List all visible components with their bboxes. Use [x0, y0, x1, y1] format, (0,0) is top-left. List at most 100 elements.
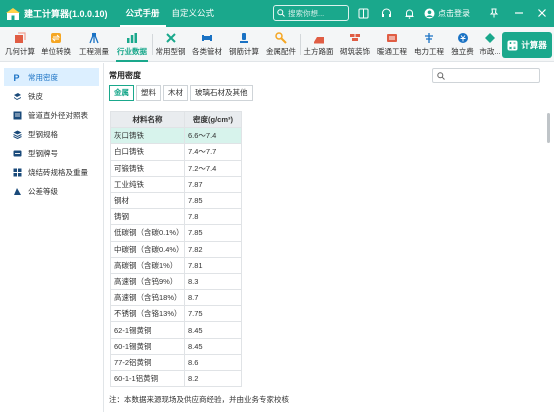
material-cell: 77-2铝黄铜 — [110, 353, 185, 372]
sidebar: P 常用密度 铁皮 管道直外径对照表 型钢规格 型钢牌号 烧结砖规格及重量 公差… — [0, 63, 104, 412]
toolbar-label: 砌筑装饰 — [340, 47, 370, 56]
table-row[interactable]: 灰口铸铁 6.6～7.4 — [110, 127, 242, 145]
pin-icon[interactable] — [488, 7, 500, 19]
toolbar-item-geometry[interactable]: 几何计算 — [3, 27, 37, 62]
vertical-scrollbar[interactable] — [547, 113, 550, 143]
table-row[interactable]: 高速钢（含钨18%） 8.7 — [110, 289, 242, 307]
material-cell: 高碳钢（含碳1%） — [110, 256, 185, 274]
table-row[interactable]: 77-2铝黄铜 8.6 — [110, 353, 242, 372]
tab-custom-formula[interactable]: 自定义公式 — [166, 0, 221, 27]
sidebar-item-label: 铁皮 — [28, 91, 43, 101]
density-cell: 8.3 — [184, 272, 242, 291]
toolbar-item-power[interactable]: 电力工程 — [412, 27, 446, 62]
material-cell: 灰口铸铁 — [110, 127, 185, 145]
tab-metal[interactable]: 金属 — [109, 85, 134, 101]
geometry-icon — [15, 32, 26, 43]
density-cell: 7.81 — [184, 256, 242, 274]
table-row[interactable]: 60-1锡黄铜 8.45 — [110, 337, 242, 355]
tab-wood[interactable]: 木材 — [163, 85, 188, 101]
toolbar-item-municipal[interactable]: 市政... — [478, 27, 502, 62]
main-panel: 常用密度 金属 塑料 木材 玻璃石材及其他 材料名称 密度(g/cm³) 灰口铸… — [105, 63, 554, 412]
density-cell: 8.45 — [184, 337, 242, 355]
global-search[interactable] — [273, 5, 349, 21]
tolerance-icon — [14, 187, 21, 195]
close-icon[interactable] — [536, 7, 548, 19]
column-header-density: 密度(g/cm³) — [184, 110, 242, 129]
headset-icon[interactable] — [380, 7, 392, 19]
table-row[interactable]: 铸钢 7.8 — [110, 208, 242, 226]
pipe-table-icon — [13, 111, 22, 119]
material-cell: 高速钢（含钨9%） — [110, 272, 185, 291]
material-cell: 工业纯铁 — [110, 175, 185, 193]
density-cell: 7.2～7.4 — [184, 159, 242, 177]
toolbar-label: 市政... — [479, 47, 501, 56]
toolbar-label: 电力工程 — [414, 47, 444, 56]
tab-glass-stone[interactable]: 玻璃石材及其他 — [190, 85, 253, 101]
table-row[interactable]: 60-1-1铝黄铜 8.2 — [110, 369, 242, 388]
toolbar-item-industry-data[interactable]: 行业数据 — [114, 27, 150, 62]
material-cell: 铸钢 — [110, 208, 185, 226]
brick-icon — [13, 168, 22, 176]
toolbar-item-metal-fitting[interactable]: 金属配件 — [264, 27, 298, 62]
material-cell: 60-1锡黄铜 — [110, 337, 185, 355]
table-search[interactable] — [432, 68, 540, 83]
login-button[interactable]: 点击登录 — [424, 0, 470, 27]
bell-icon[interactable] — [403, 7, 415, 19]
sidebar-item-label: 烧结砖规格及重量 — [28, 167, 88, 177]
data-source-note: 注：本数据来源现场及供应商经验，并由业务专家校核 — [109, 395, 289, 404]
density-cell: 7.85 — [184, 191, 242, 210]
login-label: 点击登录 — [438, 9, 470, 18]
book-icon[interactable] — [357, 7, 369, 19]
sheet-metal-icon — [14, 92, 21, 100]
toolbar-item-fee[interactable]: 独立费 — [449, 27, 476, 62]
search-icon — [437, 71, 445, 80]
toolbar-item-steel-section[interactable]: 常用型钢 — [153, 27, 188, 62]
unit-convert-icon — [51, 33, 61, 43]
calculator-button[interactable]: 计算器 — [502, 32, 552, 58]
search-icon — [277, 9, 285, 17]
layers-icon — [13, 130, 22, 139]
svg-text:P: P — [14, 73, 20, 82]
pipe-icon — [202, 35, 212, 41]
table-row[interactable]: 可锻铸铁 7.2～7.4 — [110, 159, 242, 177]
toolbar-label: 独立费 — [451, 47, 474, 56]
tab-formula-manual[interactable]: 公式手册 — [119, 0, 166, 27]
sidebar-item-sheet-metal[interactable]: 铁皮 — [4, 87, 99, 105]
calculator-label: 计算器 — [521, 40, 547, 50]
material-cell: 中碳钢（含碳0.4%） — [110, 240, 185, 258]
table-row[interactable]: 钢材 7.85 — [110, 191, 242, 210]
density-cell: 8.2 — [184, 369, 242, 388]
table-row[interactable]: 高碳钢（含碳1%） 7.81 — [110, 256, 242, 274]
toolbar-item-rebar[interactable]: 钢筋计算 — [227, 27, 261, 62]
table-row[interactable]: 低碳钢（含碳0.1%） 7.85 — [110, 224, 242, 242]
toolbar-item-survey[interactable]: 工程测量 — [77, 27, 111, 62]
sidebar-item-label: 公差等级 — [28, 186, 58, 196]
table-row[interactable]: 不锈钢（含铬13%） 7.75 — [110, 305, 242, 323]
toolbar-item-earthwork[interactable]: 土方路面 — [301, 27, 336, 62]
sidebar-item-tolerance[interactable]: 公差等级 — [4, 182, 99, 200]
grade-icon — [13, 150, 22, 156]
toolbar-item-masonry[interactable]: 砌筑装饰 — [338, 27, 372, 62]
sidebar-item-label: 常用密度 — [28, 72, 58, 82]
density-table: 材料名称 密度(g/cm³) 灰口铸铁 6.6～7.4 白口铸铁 7.4～7.7 可… — [110, 110, 242, 388]
sidebar-item-pipe-table[interactable]: 管道直外径对照表 — [4, 106, 99, 124]
table-row[interactable]: 高速钢（含钨9%） 8.3 — [110, 272, 242, 291]
toolbar-item-pipe[interactable]: 各类管材 — [190, 27, 224, 62]
sidebar-item-brick[interactable]: 烧结砖规格及重量 — [4, 163, 99, 181]
toolbar-item-hvac[interactable]: 暖通工程 — [375, 27, 409, 62]
column-header-material: 材料名称 — [110, 110, 185, 129]
table-row[interactable]: 中碳钢（含碳0.4%） 7.82 — [110, 240, 242, 258]
category-toolbar: 几何计算 单位转换 工程测量 行业数据 常用型钢 各类管材 钢筋计算 金属配件 … — [0, 27, 554, 62]
table-row[interactable]: 白口铸铁 7.4～7.7 — [110, 143, 242, 161]
minimize-icon[interactable] — [513, 7, 525, 19]
toolbar-item-unit-convert[interactable]: 单位转换 — [39, 27, 73, 62]
table-row[interactable]: 62-1锡黄铜 8.45 — [110, 321, 242, 339]
table-row[interactable]: 工业纯铁 7.87 — [110, 175, 242, 193]
sidebar-item-steel-grade[interactable]: 型钢牌号 — [4, 144, 99, 162]
tab-plastic[interactable]: 塑料 — [136, 85, 161, 101]
global-search-input[interactable] — [288, 8, 348, 18]
material-cell: 可锻铸铁 — [110, 159, 185, 177]
sidebar-item-density[interactable]: P 常用密度 — [4, 68, 99, 86]
material-cell: 高速钢（含钨18%） — [110, 289, 185, 307]
sidebar-item-steel-spec[interactable]: 型钢规格 — [4, 125, 99, 143]
